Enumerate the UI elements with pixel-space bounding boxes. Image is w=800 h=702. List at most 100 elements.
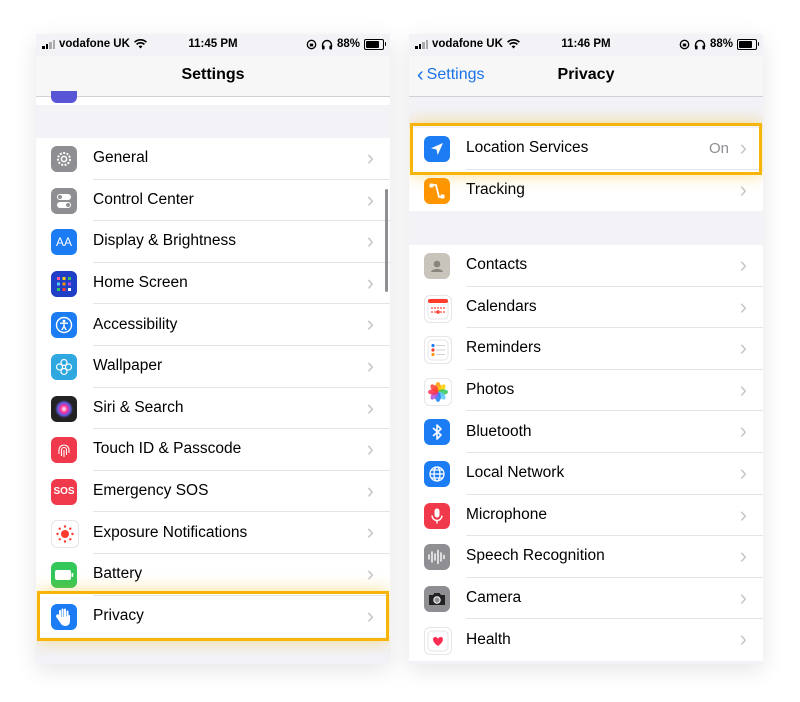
battery-icon	[51, 561, 77, 588]
row-label: Calendars	[466, 287, 763, 329]
settings-row-exposure-notifications[interactable]: Exposure Notifications ›	[36, 512, 390, 554]
chevron-right-icon: ›	[739, 376, 747, 402]
row-label: General	[93, 138, 390, 180]
settings-row-control-center[interactable]: Control Center ›	[36, 180, 390, 222]
settings-row-microphone[interactable]: Microphone ›	[409, 495, 763, 537]
status-bar: vodafone UK 11:46 PM 88%	[409, 34, 763, 56]
accessibility-icon	[51, 312, 77, 339]
row-label: Emergency SOS	[93, 471, 390, 513]
chevron-right-icon: ›	[739, 418, 747, 444]
settings-row-bluetooth[interactable]: Bluetooth ›	[409, 411, 763, 453]
flower-icon	[51, 353, 77, 380]
scrollbar[interactable]	[385, 189, 388, 292]
chevron-right-icon: ›	[739, 626, 747, 652]
status-bar: vodafone UK 11:45 PM 88%	[36, 34, 390, 56]
chevron-right-icon: ›	[366, 186, 374, 212]
exposure-icon	[51, 520, 79, 549]
settings-row-reminders[interactable]: Reminders ›	[409, 328, 763, 370]
row-label: Siri & Search	[93, 388, 390, 430]
page-title: Settings	[181, 66, 245, 83]
heart-icon	[424, 627, 452, 656]
settings-row-health[interactable]: Health ›	[409, 619, 763, 661]
app-icon	[51, 91, 77, 103]
row-label: Battery	[93, 554, 390, 596]
camera-icon	[424, 585, 450, 612]
settings-row-emergency-sos[interactable]: SOS Emergency SOS ›	[36, 471, 390, 513]
privacy-screen: vodafone UK 11:46 PM 88% ‹ Settings Priv…	[409, 34, 763, 664]
chevron-right-icon: ›	[366, 145, 374, 170]
contacts-icon	[424, 253, 450, 279]
chevron-right-icon: ›	[739, 584, 747, 610]
row-label: Camera	[466, 578, 763, 620]
page-title: Privacy	[557, 66, 615, 83]
icon-glyph: SOS	[53, 486, 75, 498]
settings-row-touch-id-passcode[interactable]: Touch ID & Passcode ›	[36, 429, 390, 471]
gear-icon	[51, 146, 77, 172]
chevron-right-icon: ›	[366, 352, 374, 378]
privacy-highlight	[37, 591, 389, 641]
row-label: Control Center	[93, 180, 390, 222]
waveform-icon	[424, 544, 450, 571]
bluetooth-icon	[424, 419, 450, 446]
chevron-right-icon: ›	[739, 252, 747, 277]
row-label: Accessibility	[93, 304, 390, 346]
tracking-icon	[424, 177, 450, 204]
reminders-icon	[424, 336, 452, 365]
text-size-icon: AA	[51, 229, 77, 256]
row-label: Speech Recognition	[466, 536, 763, 578]
settings-row-accessibility[interactable]: Accessibility ›	[36, 304, 390, 346]
settings-row-calendars[interactable]: Calendars ›	[409, 287, 763, 329]
row-label: Touch ID & Passcode	[93, 429, 390, 471]
nav-bar: ‹ Settings Privacy	[409, 56, 763, 97]
settings-row-wallpaper[interactable]: Wallpaper ›	[36, 346, 390, 388]
row-label: Wallpaper	[93, 346, 390, 388]
headphones-icon	[321, 39, 333, 49]
chevron-right-icon: ›	[366, 228, 374, 254]
chevron-right-icon: ›	[739, 543, 747, 569]
settings-row-general[interactable]: General ›	[36, 138, 390, 180]
partial-row	[36, 91, 390, 105]
chevron-right-icon: ›	[739, 293, 747, 319]
microphone-icon	[424, 502, 450, 529]
chevron-right-icon: ›	[366, 560, 374, 586]
chevron-right-icon: ›	[366, 269, 374, 295]
globe-icon	[424, 460, 450, 487]
row-label: Exposure Notifications	[93, 512, 390, 554]
settings-row-tracking[interactable]: Tracking ›	[409, 170, 763, 212]
row-label: Tracking	[466, 181, 525, 199]
headphones-icon	[694, 39, 706, 49]
location-services-highlight	[410, 123, 762, 175]
battery-percent: 88%	[709, 38, 733, 50]
row-label: Display & Brightness	[93, 221, 390, 263]
row-label: Reminders	[466, 328, 763, 370]
row-label: Home Screen	[93, 263, 390, 305]
settings-row-home-screen[interactable]: Home Screen ›	[36, 263, 390, 305]
settings-row-speech-recognition[interactable]: Speech Recognition ›	[409, 536, 763, 578]
photos-icon	[424, 377, 452, 406]
row-label: Health	[466, 631, 511, 649]
chevron-right-icon: ›	[739, 501, 747, 527]
chevron-right-icon: ›	[366, 436, 374, 462]
chevron-right-icon: ›	[366, 519, 374, 545]
row-label: Bluetooth	[466, 411, 763, 453]
settings-row-local-network[interactable]: Local Network ›	[409, 453, 763, 495]
chevron-right-icon: ›	[739, 335, 747, 361]
settings-row-photos[interactable]: Photos ›	[409, 370, 763, 412]
fingerprint-icon	[51, 437, 77, 464]
settings-row-camera[interactable]: Camera ›	[409, 578, 763, 620]
row-label: Local Network	[466, 453, 763, 495]
battery-percent: 88%	[336, 38, 360, 50]
battery-status-icon	[364, 38, 386, 50]
orientation-lock-icon	[679, 39, 690, 49]
settings-row-contacts[interactable]: Contacts ›	[409, 245, 763, 287]
orientation-lock-icon	[306, 39, 317, 49]
chevron-right-icon: ›	[366, 477, 374, 503]
siri-icon	[51, 395, 77, 422]
nav-bar: Settings	[36, 56, 390, 97]
settings-row-siri-search[interactable]: Siri & Search ›	[36, 388, 390, 430]
chevron-right-icon: ›	[739, 176, 747, 202]
settings-row-display-brightness[interactable]: AA Display & Brightness ›	[36, 221, 390, 263]
settings-row-battery[interactable]: Battery ›	[36, 554, 390, 596]
row-label: Microphone	[466, 495, 763, 537]
battery-status-icon	[737, 38, 759, 50]
